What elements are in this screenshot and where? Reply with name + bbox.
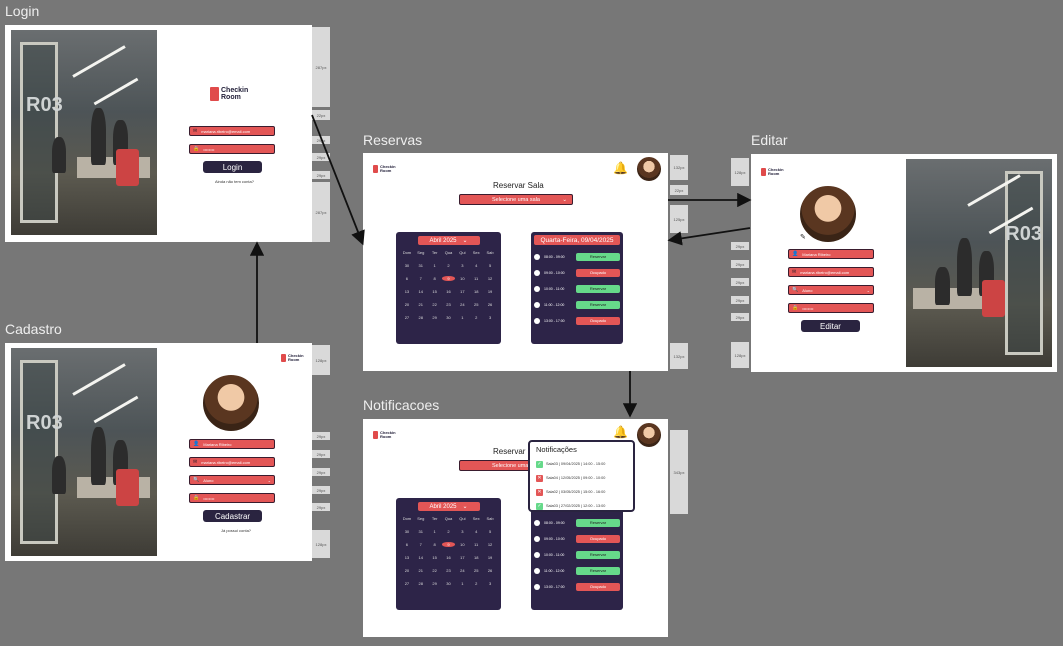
arrow-login-reservas xyxy=(311,114,365,246)
arrow-editar-reservas xyxy=(667,227,751,246)
flow-arrows xyxy=(249,114,752,418)
